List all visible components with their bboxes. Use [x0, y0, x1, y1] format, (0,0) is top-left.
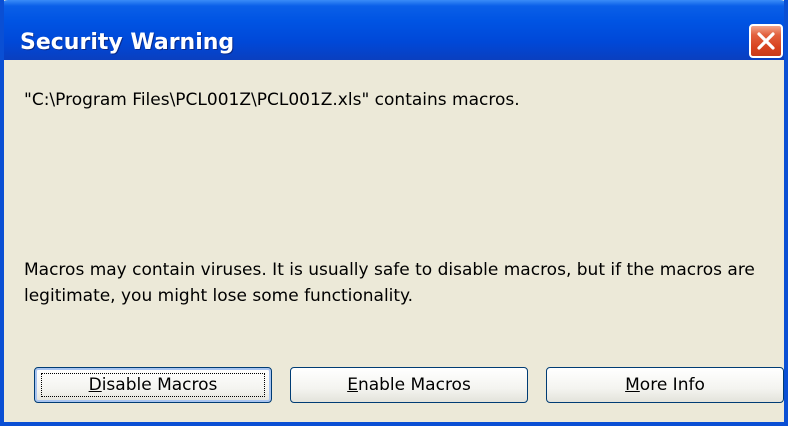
security-warning-dialog: Security Warning "C:\Program Files\PCL00… [0, 0, 788, 426]
warning-text: Macros may contain viruses. It is usuall… [24, 260, 755, 306]
dialog-title: Security Warning [20, 30, 235, 55]
more-info-button[interactable]: More Info [546, 367, 784, 403]
enable-macros-label: nable Macros [357, 375, 471, 395]
disable-macros-label: isable Macros [101, 375, 218, 395]
mnemonic-m: M [625, 375, 640, 395]
close-icon [757, 32, 775, 50]
dialog-body: "C:\Program Files\PCL001Z\PCL001Z.xls" c… [4, 60, 784, 422]
title-bar[interactable]: Security Warning [4, 0, 784, 60]
mnemonic-e: E [347, 375, 358, 395]
close-button[interactable] [749, 24, 783, 58]
mnemonic-d: D [88, 375, 102, 395]
file-notice-text: "C:\Program Files\PCL001Z\PCL001Z.xls" c… [24, 90, 520, 110]
enable-macros-button[interactable]: Enable Macros [290, 367, 528, 403]
more-info-label: ore Info [639, 375, 705, 395]
disable-macros-button[interactable]: Disable Macros [34, 367, 272, 403]
